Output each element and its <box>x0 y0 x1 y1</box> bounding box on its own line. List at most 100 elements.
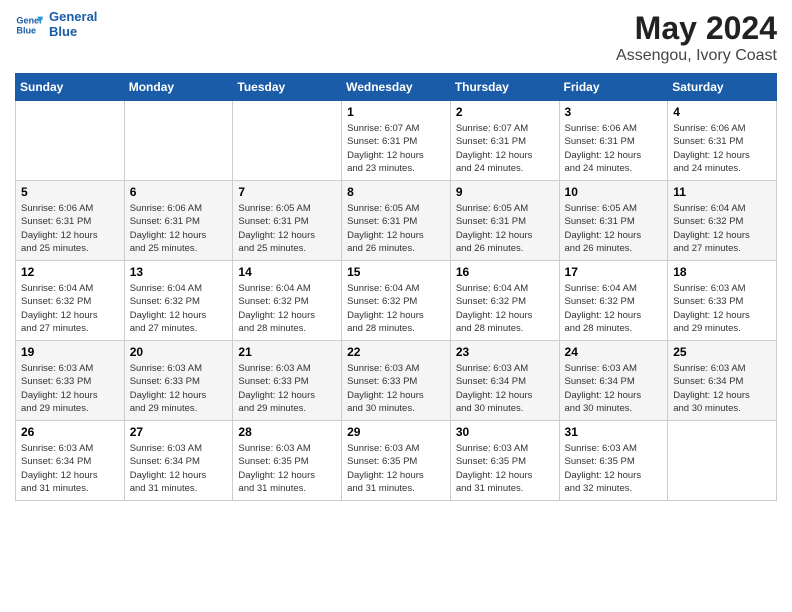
day-number: 1 <box>347 105 445 119</box>
calendar-cell <box>124 101 233 181</box>
calendar-body: 1 Sunrise: 6:07 AM Sunset: 6:31 PM Daylig… <box>16 101 777 501</box>
day-info: Sunrise: 6:04 AM Sunset: 6:32 PM Dayligh… <box>130 282 228 335</box>
day-info: Sunrise: 6:05 AM Sunset: 6:31 PM Dayligh… <box>456 202 554 255</box>
day-info: Sunrise: 6:07 AM Sunset: 6:31 PM Dayligh… <box>456 122 554 175</box>
calendar-cell: 19 Sunrise: 6:03 AM Sunset: 6:33 PM Dayli… <box>16 341 125 421</box>
day-number: 24 <box>565 345 663 359</box>
day-number: 8 <box>347 185 445 199</box>
calendar-cell: 21 Sunrise: 6:03 AM Sunset: 6:33 PM Dayli… <box>233 341 342 421</box>
day-info: Sunrise: 6:04 AM Sunset: 6:32 PM Dayligh… <box>347 282 445 335</box>
logo-icon: General Blue <box>15 11 43 39</box>
calendar-table: SundayMondayTuesdayWednesdayThursdayFrid… <box>15 73 777 501</box>
day-info: Sunrise: 6:06 AM Sunset: 6:31 PM Dayligh… <box>673 122 771 175</box>
calendar-cell: 5Sunrise: 6:06 AM Sunset: 6:31 PM Daylig… <box>16 181 125 261</box>
day-info: Sunrise: 6:03 AM Sunset: 6:34 PM Dayligh… <box>565 362 663 415</box>
day-number: 9 <box>456 185 554 199</box>
day-info: Sunrise: 6:04 AM Sunset: 6:32 PM Dayligh… <box>565 282 663 335</box>
calendar-cell: 11Sunrise: 6:04 AM Sunset: 6:32 PM Dayli… <box>668 181 777 261</box>
weekday-header-tuesday: Tuesday <box>233 74 342 101</box>
day-number: 12 <box>21 265 119 279</box>
day-number: 16 <box>456 265 554 279</box>
day-number: 14 <box>238 265 336 279</box>
day-number: 20 <box>130 345 228 359</box>
logo-line2: Blue <box>49 25 97 40</box>
day-number: 22 <box>347 345 445 359</box>
calendar-cell: 31Sunrise: 6:03 AM Sunset: 6:35 PM Dayli… <box>559 421 668 501</box>
calendar-week-1: 1 Sunrise: 6:07 AM Sunset: 6:31 PM Daylig… <box>16 101 777 181</box>
day-info: Sunrise: 6:03 AM Sunset: 6:34 PM Dayligh… <box>456 362 554 415</box>
header: General Blue General Blue May 2024 Assen… <box>15 10 777 65</box>
day-number: 13 <box>130 265 228 279</box>
day-info: Sunrise: 6:04 AM Sunset: 6:32 PM Dayligh… <box>456 282 554 335</box>
calendar-week-5: 26 Sunrise: 6:03 AM Sunset: 6:34 PM Dayli… <box>16 421 777 501</box>
day-number: 27 <box>130 425 228 439</box>
logo: General Blue General Blue <box>15 10 97 40</box>
calendar-subtitle: Assengou, Ivory Coast <box>616 47 777 65</box>
day-number: 5 <box>21 185 119 199</box>
calendar-cell: 27 Sunrise: 6:03 AM Sunset: 6:34 PM Dayli… <box>124 421 233 501</box>
calendar-cell: 22 Sunrise: 6:03 AM Sunset: 6:33 PM Dayli… <box>342 341 451 421</box>
day-info: Sunrise: 6:03 AM Sunset: 6:33 PM Dayligh… <box>130 362 228 415</box>
day-info: Sunrise: 6:06 AM Sunset: 6:31 PM Dayligh… <box>565 122 663 175</box>
calendar-cell <box>233 101 342 181</box>
calendar-cell: 16 Sunrise: 6:04 AM Sunset: 6:32 PM Dayli… <box>450 261 559 341</box>
calendar-week-4: 19 Sunrise: 6:03 AM Sunset: 6:33 PM Dayli… <box>16 341 777 421</box>
calendar-week-2: 5Sunrise: 6:06 AM Sunset: 6:31 PM Daylig… <box>16 181 777 261</box>
calendar-title: May 2024 <box>616 10 777 47</box>
weekday-row: SundayMondayTuesdayWednesdayThursdayFrid… <box>16 74 777 101</box>
calendar-cell: 1Sunrise: 6:07 AM Sunset: 6:31 PM Daylig… <box>342 101 451 181</box>
logo-line1: General <box>49 10 97 25</box>
calendar-cell: 9 Sunrise: 6:05 AM Sunset: 6:31 PM Daylig… <box>450 181 559 261</box>
day-info: Sunrise: 6:03 AM Sunset: 6:35 PM Dayligh… <box>347 442 445 495</box>
day-number: 10 <box>565 185 663 199</box>
day-number: 17 <box>565 265 663 279</box>
calendar-cell: 4 Sunrise: 6:06 AM Sunset: 6:31 PM Daylig… <box>668 101 777 181</box>
weekday-header-wednesday: Wednesday <box>342 74 451 101</box>
calendar-cell: 13 Sunrise: 6:04 AM Sunset: 6:32 PM Dayli… <box>124 261 233 341</box>
day-number: 19 <box>21 345 119 359</box>
day-info: Sunrise: 6:04 AM Sunset: 6:32 PM Dayligh… <box>21 282 119 335</box>
day-number: 28 <box>238 425 336 439</box>
calendar-cell: 12 Sunrise: 6:04 AM Sunset: 6:32 PM Dayli… <box>16 261 125 341</box>
weekday-header-thursday: Thursday <box>450 74 559 101</box>
calendar-cell: 26 Sunrise: 6:03 AM Sunset: 6:34 PM Dayli… <box>16 421 125 501</box>
calendar-cell: 25Sunrise: 6:03 AM Sunset: 6:34 PM Dayli… <box>668 341 777 421</box>
calendar-cell: 17 Sunrise: 6:04 AM Sunset: 6:32 PM Dayli… <box>559 261 668 341</box>
day-info: Sunrise: 6:03 AM Sunset: 6:34 PM Dayligh… <box>673 362 771 415</box>
weekday-header-sunday: Sunday <box>16 74 125 101</box>
calendar-cell: 7 Sunrise: 6:05 AM Sunset: 6:31 PM Daylig… <box>233 181 342 261</box>
calendar-cell: 14Sunrise: 6:04 AM Sunset: 6:32 PM Dayli… <box>233 261 342 341</box>
day-number: 7 <box>238 185 336 199</box>
day-number: 4 <box>673 105 771 119</box>
day-info: Sunrise: 6:05 AM Sunset: 6:31 PM Dayligh… <box>347 202 445 255</box>
day-info: Sunrise: 6:03 AM Sunset: 6:33 PM Dayligh… <box>238 362 336 415</box>
day-info: Sunrise: 6:03 AM Sunset: 6:33 PM Dayligh… <box>673 282 771 335</box>
calendar-cell: 28 Sunrise: 6:03 AM Sunset: 6:35 PM Dayli… <box>233 421 342 501</box>
calendar-cell: 30Sunrise: 6:03 AM Sunset: 6:35 PM Dayli… <box>450 421 559 501</box>
weekday-header-monday: Monday <box>124 74 233 101</box>
day-number: 3 <box>565 105 663 119</box>
weekday-header-friday: Friday <box>559 74 668 101</box>
calendar-cell: 10 Sunrise: 6:05 AM Sunset: 6:31 PM Dayli… <box>559 181 668 261</box>
calendar-cell: 23Sunrise: 6:03 AM Sunset: 6:34 PM Dayli… <box>450 341 559 421</box>
calendar-cell: 29Sunrise: 6:03 AM Sunset: 6:35 PM Dayli… <box>342 421 451 501</box>
title-area: May 2024 Assengou, Ivory Coast <box>616 10 777 65</box>
calendar-cell: 20 Sunrise: 6:03 AM Sunset: 6:33 PM Dayli… <box>124 341 233 421</box>
calendar-cell: 24 Sunrise: 6:03 AM Sunset: 6:34 PM Dayli… <box>559 341 668 421</box>
day-info: Sunrise: 6:05 AM Sunset: 6:31 PM Dayligh… <box>565 202 663 255</box>
day-number: 26 <box>21 425 119 439</box>
calendar-cell: 2Sunrise: 6:07 AM Sunset: 6:31 PM Daylig… <box>450 101 559 181</box>
calendar-cell: 8 Sunrise: 6:05 AM Sunset: 6:31 PM Daylig… <box>342 181 451 261</box>
day-info: Sunrise: 6:03 AM Sunset: 6:33 PM Dayligh… <box>21 362 119 415</box>
day-info: Sunrise: 6:05 AM Sunset: 6:31 PM Dayligh… <box>238 202 336 255</box>
day-number: 21 <box>238 345 336 359</box>
day-info: Sunrise: 6:03 AM Sunset: 6:34 PM Dayligh… <box>21 442 119 495</box>
day-info: Sunrise: 6:03 AM Sunset: 6:33 PM Dayligh… <box>347 362 445 415</box>
weekday-header-saturday: Saturday <box>668 74 777 101</box>
day-info: Sunrise: 6:03 AM Sunset: 6:35 PM Dayligh… <box>456 442 554 495</box>
day-number: 15 <box>347 265 445 279</box>
day-number: 11 <box>673 185 771 199</box>
day-info: Sunrise: 6:03 AM Sunset: 6:35 PM Dayligh… <box>238 442 336 495</box>
calendar-cell: 6Sunrise: 6:06 AM Sunset: 6:31 PM Daylig… <box>124 181 233 261</box>
day-info: Sunrise: 6:03 AM Sunset: 6:34 PM Dayligh… <box>130 442 228 495</box>
